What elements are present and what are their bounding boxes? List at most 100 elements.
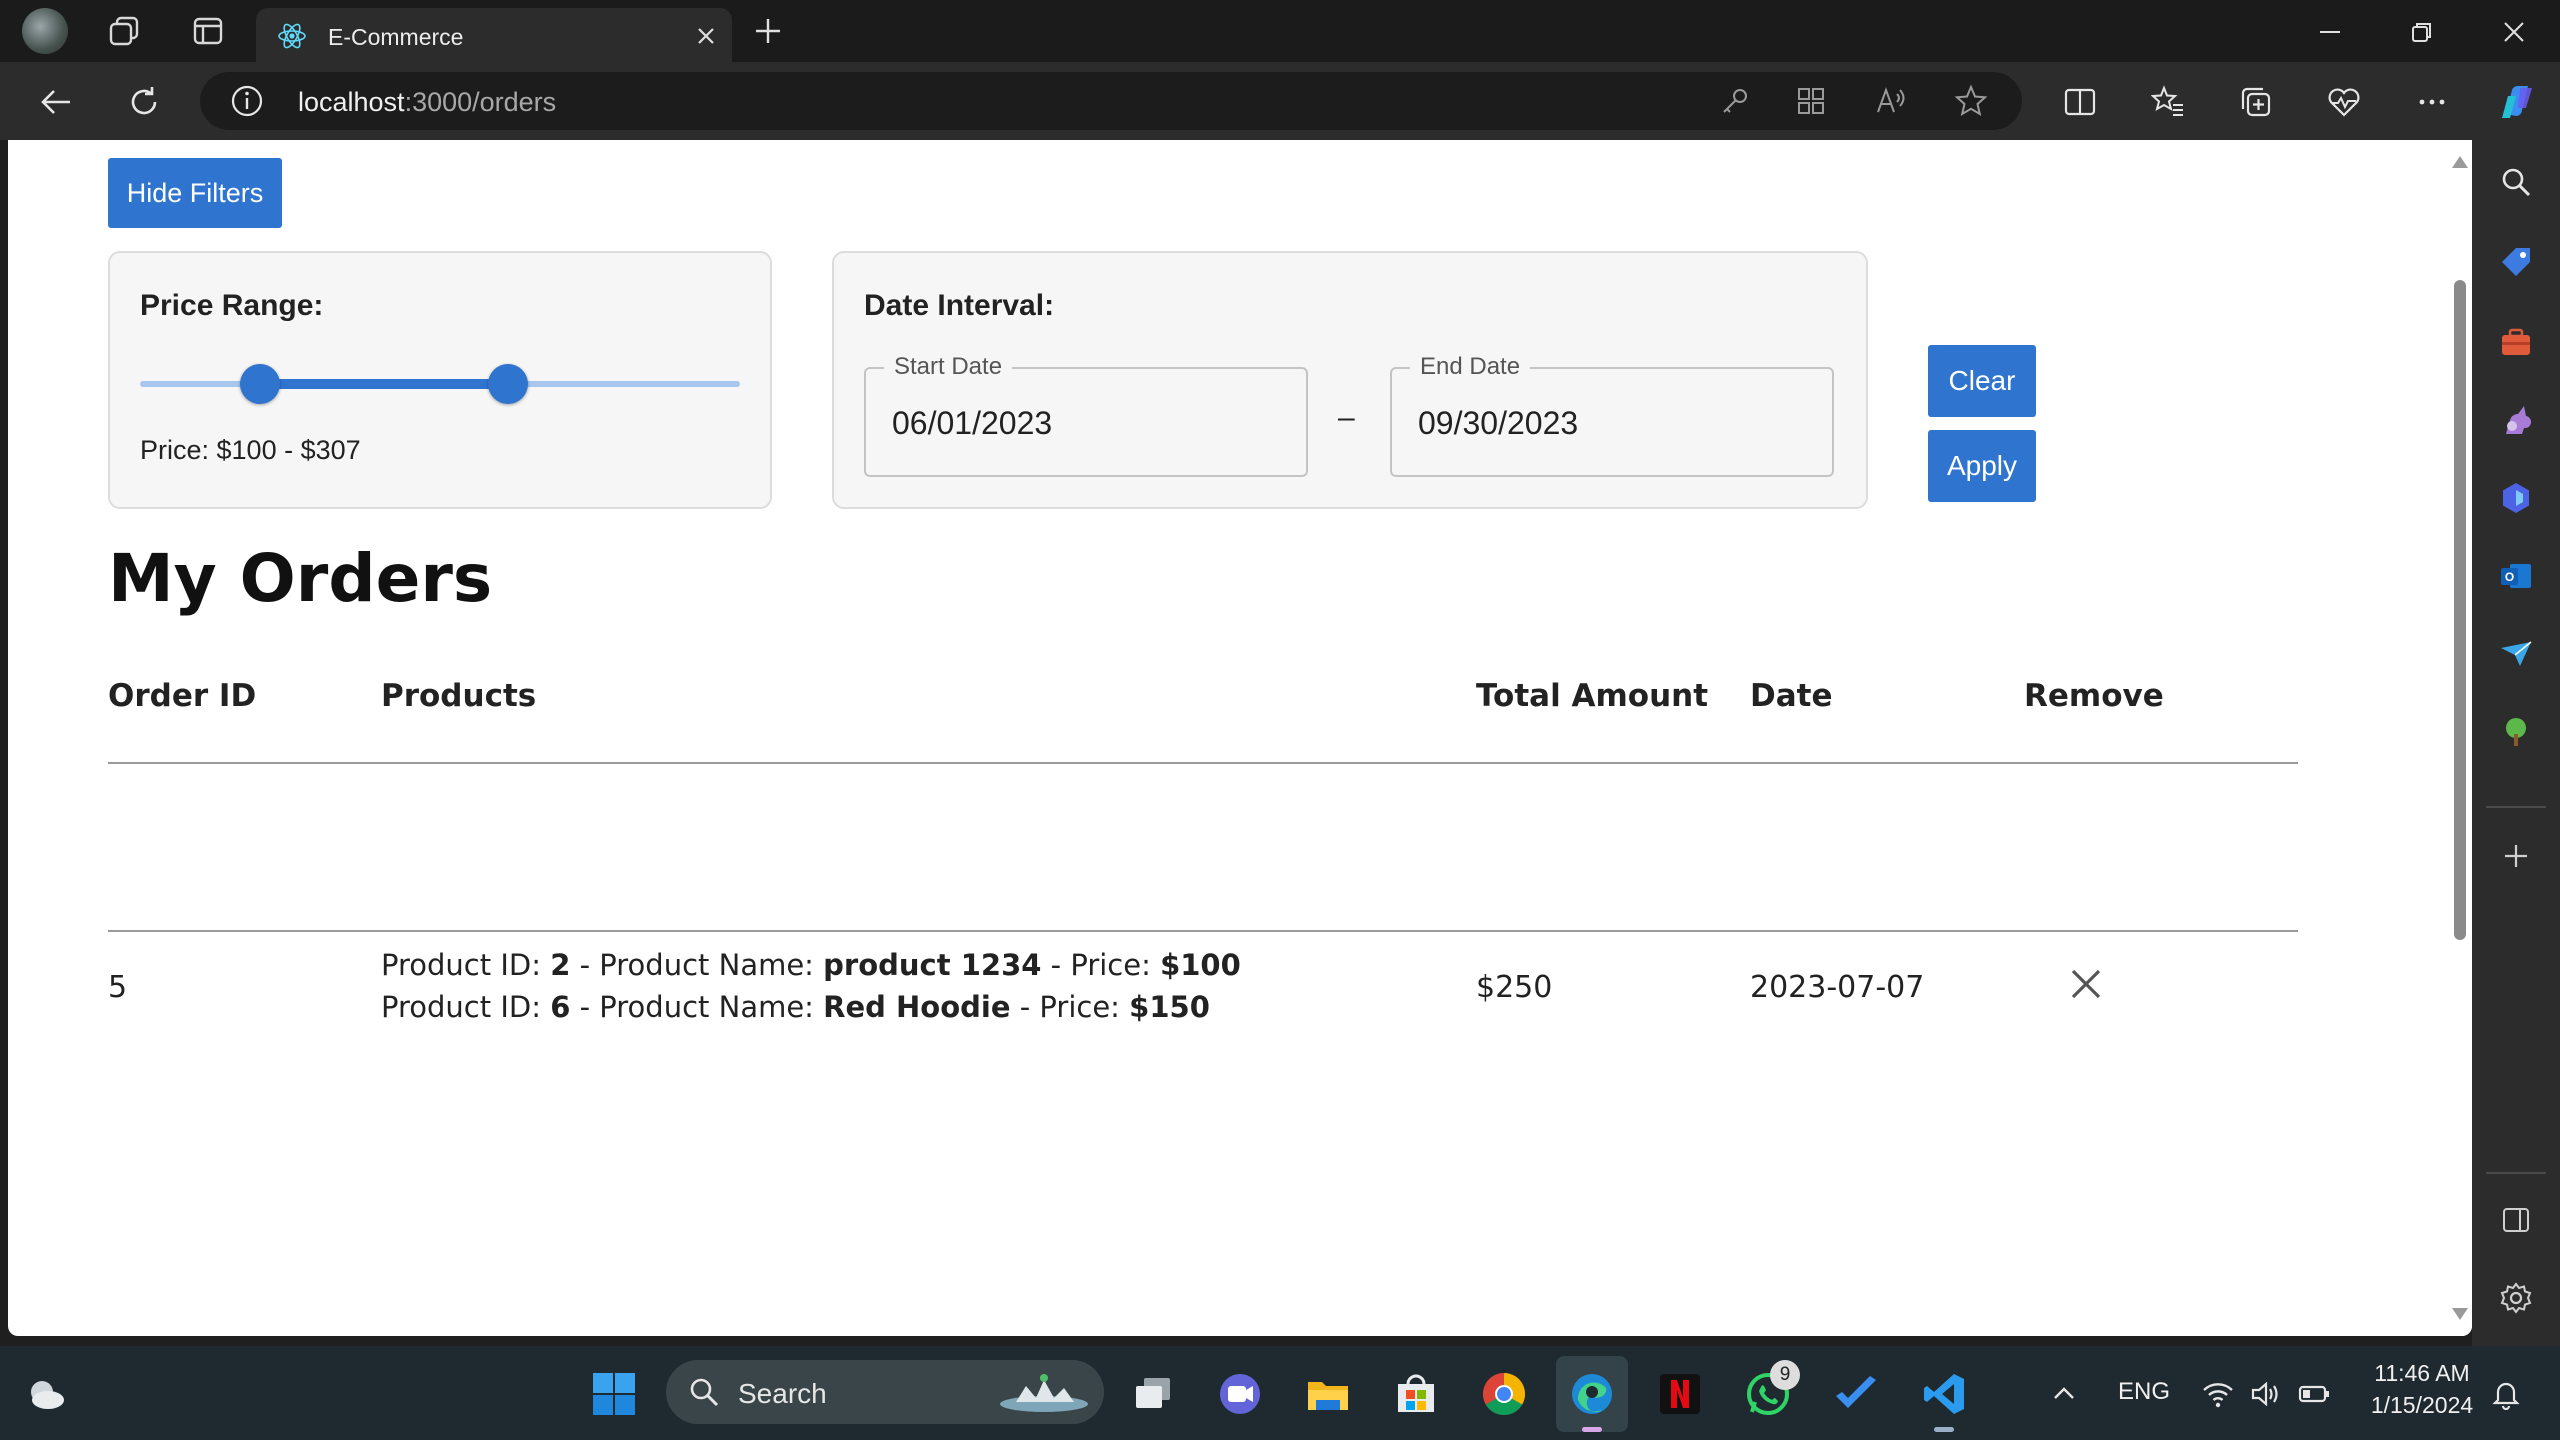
vscode-icon[interactable]: [1916, 1366, 1972, 1432]
product-name: Red Hoodie: [823, 990, 1011, 1024]
browser-title-bar: E-Commerce: [0, 0, 2560, 64]
close-tab-icon[interactable]: [690, 20, 722, 52]
clock-date[interactable]: 1/15/2024: [2356, 1392, 2488, 1419]
price-range-card: Price Range: Price: $100 - $307: [108, 251, 772, 509]
restore-icon[interactable]: [2402, 12, 2442, 52]
browser-toolbar: localhost:3000/orders: [0, 62, 2560, 140]
teams-chat-icon[interactable]: [1212, 1366, 1268, 1422]
shopping-tag-icon[interactable]: [2494, 240, 2538, 284]
end-date-field[interactable]: End Date 09/30/2023: [1390, 353, 1834, 477]
column-header-date: Date: [1750, 678, 1833, 714]
outlook-icon[interactable]: O: [2494, 554, 2538, 598]
product-name: product 1234: [823, 948, 1042, 982]
tree-icon[interactable]: [2494, 710, 2538, 754]
slider-thumb-min[interactable]: [240, 364, 280, 404]
scroll-up-arrow-icon[interactable]: [2452, 156, 2468, 168]
back-icon[interactable]: [34, 80, 78, 124]
svg-text:O: O: [2505, 570, 2514, 584]
key-icon[interactable]: [1718, 84, 1752, 118]
table-header-divider: [108, 762, 2298, 764]
file-explorer-icon[interactable]: [1300, 1366, 1356, 1422]
date-cell: 2023-07-07: [1750, 970, 1925, 1005]
start-date-field[interactable]: Start Date 06/01/2023: [864, 353, 1308, 477]
notifications-bell-icon[interactable]: [2478, 1366, 2534, 1422]
whatsapp-icon[interactable]: 9: [1740, 1360, 1800, 1422]
remove-order-button[interactable]: [2064, 962, 2108, 1006]
product-line: Product ID: 2 - Product Name: product 12…: [381, 948, 1241, 982]
hide-filters-button[interactable]: Hide Filters: [108, 158, 282, 228]
battery-icon[interactable]: [2286, 1366, 2342, 1422]
search-icon[interactable]: [2494, 160, 2538, 204]
tab-ecommerce[interactable]: E-Commerce: [256, 8, 732, 64]
address-bar[interactable]: localhost:3000/orders: [200, 72, 2022, 130]
product-price-label: - Price:: [1041, 948, 1161, 982]
browser-essentials-icon[interactable]: [2322, 80, 2366, 124]
slider-thumb-max[interactable]: [488, 364, 529, 404]
end-date-value: 09/30/2023: [1418, 405, 1579, 441]
apps-icon[interactable]: [1794, 84, 1828, 118]
page-content: Hide Filters Price Range: Price: $100 - …: [8, 140, 2472, 1336]
tools-briefcase-icon[interactable]: [2494, 320, 2538, 364]
new-tab-icon[interactable]: [748, 11, 788, 51]
chrome-icon[interactable]: [1476, 1366, 1532, 1422]
clear-button[interactable]: Clear: [1928, 345, 2036, 417]
search-placeholder: Search: [738, 1378, 827, 1409]
task-view-icon[interactable]: [1126, 1366, 1182, 1422]
minimize-icon[interactable]: [2310, 12, 2350, 52]
edge-icon[interactable]: [1556, 1356, 1628, 1432]
todo-icon[interactable]: [1828, 1366, 1884, 1422]
site-info-icon[interactable]: [230, 84, 264, 118]
windows-taskbar: Search 9 ENG 11:46 AM 1/15/2024: [0, 1346, 2560, 1440]
order-id-cell: 5: [108, 970, 128, 1005]
clock-time[interactable]: 11:46 AM: [2368, 1360, 2476, 1387]
favorites-icon[interactable]: [2146, 80, 2190, 124]
active-indicator: [1582, 1427, 1602, 1432]
scrollbar-thumb[interactable]: [2454, 280, 2466, 940]
games-icon[interactable]: [2494, 398, 2538, 442]
date-interval-title: Date Interval:: [864, 289, 1055, 322]
split-screen-icon[interactable]: [2058, 80, 2102, 124]
more-options-icon[interactable]: [2410, 80, 2454, 124]
price-range-value: Price: $100 - $307: [140, 435, 361, 465]
search-highlight-icon: [1000, 1374, 1088, 1412]
page-scrollbar[interactable]: [2446, 140, 2472, 1336]
react-icon: [276, 20, 308, 52]
column-header-order-id: Order ID: [108, 678, 257, 714]
collections-icon[interactable]: [2234, 80, 2278, 124]
tab-actions-icon[interactable]: [188, 11, 228, 51]
taskbar-search[interactable]: Search: [666, 1360, 1104, 1424]
send-icon[interactable]: [2494, 632, 2538, 676]
product-name-label: - Product Name:: [570, 990, 824, 1024]
browser-sidebar: O: [2472, 140, 2560, 1346]
price-range-slider[interactable]: [140, 363, 740, 404]
weather-icon[interactable]: [18, 1366, 74, 1422]
add-icon[interactable]: [2494, 834, 2538, 878]
start-date-label: Start Date: [884, 353, 1013, 381]
notification-badge: 9: [1770, 1360, 1800, 1390]
search-icon: [690, 1378, 719, 1407]
scroll-down-arrow-icon[interactable]: [2452, 1308, 2468, 1320]
table-row-divider: [108, 930, 2298, 932]
product-id-label: Product ID:: [381, 990, 551, 1024]
refresh-icon[interactable]: [122, 80, 166, 124]
chevron-up-icon[interactable]: [2036, 1366, 2092, 1422]
hide-sidebar-icon[interactable]: [2494, 1198, 2538, 1242]
copilot-app-icon[interactable]: [2494, 476, 2538, 520]
slider-track: [260, 379, 509, 389]
apply-button[interactable]: Apply: [1928, 430, 2036, 502]
copilot-icon[interactable]: [2494, 80, 2538, 124]
active-indicator: [1934, 1427, 1954, 1432]
close-window-icon[interactable]: [2494, 12, 2534, 52]
product-price: $100: [1160, 948, 1241, 982]
windows-start-icon[interactable]: [586, 1366, 642, 1422]
product-line: Product ID: 6 - Product Name: Red Hoodie…: [381, 990, 1210, 1024]
url-host: localhost: [298, 87, 405, 117]
read-aloud-icon[interactable]: [1874, 84, 1908, 118]
language-indicator[interactable]: ENG: [2118, 1378, 2170, 1406]
settings-gear-icon[interactable]: [2494, 1276, 2538, 1320]
netflix-icon[interactable]: [1652, 1366, 1708, 1422]
microsoft-store-icon[interactable]: [1388, 1366, 1444, 1422]
favorite-star-icon[interactable]: [1954, 84, 1988, 118]
profile-avatar[interactable]: [22, 8, 68, 54]
workspaces-icon[interactable]: [104, 11, 144, 51]
